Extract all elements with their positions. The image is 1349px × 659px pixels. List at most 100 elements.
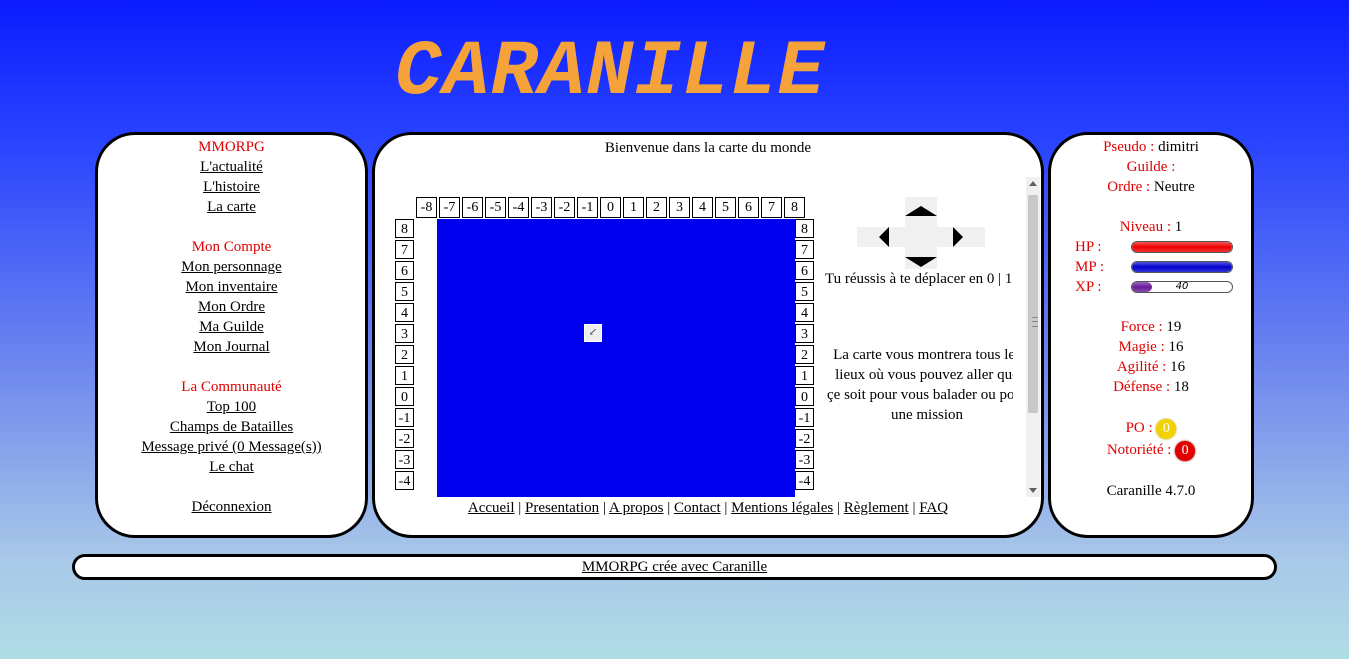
magie-label: Magie : — [1118, 339, 1165, 355]
xp-label: XP : — [1075, 279, 1102, 295]
map-x-label: -7 — [439, 197, 460, 218]
menu-link-inventaire[interactable]: Mon inventaire — [185, 279, 277, 295]
map-y-label: -1 — [395, 408, 414, 427]
map-x-label: -3 — [531, 197, 552, 218]
map-x-label: 8 — [784, 197, 805, 218]
ordre-value: Neutre — [1153, 179, 1195, 195]
force-value: 19 — [1166, 319, 1182, 335]
agilite-value: 16 — [1170, 359, 1186, 375]
scrollbar-thumb[interactable] — [1028, 195, 1038, 413]
center-footer-links: Accueil | Presentation | A propos | Cont… — [467, 500, 949, 516]
footer-link-faq[interactable]: FAQ — [919, 500, 948, 516]
map-y-label: -2 — [795, 429, 814, 448]
map-y-label: 0 — [795, 387, 814, 406]
defense-label: Défense : — [1113, 379, 1171, 395]
force-label: Force : — [1120, 319, 1163, 335]
map-y-axis-left: 8 7 6 5 4 3 2 1 0 -1 -2 -3 -4 — [395, 219, 414, 492]
ordre-label: Ordre : — [1107, 179, 1151, 195]
menu-link-journal[interactable]: Mon Journal — [193, 339, 269, 355]
scroll-up-icon[interactable] — [1029, 181, 1037, 186]
footer-link-presentation[interactable]: Presentation — [525, 500, 599, 516]
direction-pad — [857, 197, 985, 269]
map-y-axis-right: 8 7 6 5 4 3 2 1 0 -1 -2 -3 -4 — [795, 219, 814, 492]
menu-link-chat[interactable]: Le chat — [209, 459, 254, 475]
map-y-label: 2 — [795, 345, 814, 364]
po-label: PO : — [1125, 420, 1153, 436]
map-scroll-area[interactable]: -8 -7 -6 -5 -4 -3 -2 -1 0 1 2 3 4 5 6 7 8 8 7 6 5 4 3 2 1 0 -1 -2-… — [395, 177, 1013, 497]
gold-coin-icon: 0 — [1156, 418, 1177, 439]
map-info-text: La carte vous montrera tous les lieux où… — [827, 347, 1013, 423]
world-map[interactable]: ↙ — [437, 219, 795, 497]
map-y-label: 7 — [795, 240, 814, 259]
map-y-label: -2 — [395, 429, 414, 448]
scroll-down-icon[interactable] — [1029, 488, 1037, 493]
map-y-label: 6 — [795, 261, 814, 280]
footer-link-accueil[interactable]: Accueil — [468, 500, 515, 516]
player-marker-icon[interactable]: ↙ — [584, 324, 602, 342]
map-panel: Bienvenue dans la carte du monde -8 -7 -6-… — [372, 132, 1044, 538]
map-y-label: 8 — [395, 219, 414, 238]
menu-link-actualite[interactable]: L'actualité — [200, 159, 263, 175]
site-footer: MMORPG crée avec Caranille — [72, 554, 1277, 580]
map-x-label: 6 — [738, 197, 759, 218]
map-y-label: -1 — [795, 408, 814, 427]
niveau-label: Niveau : — [1119, 219, 1171, 235]
map-y-label: 8 — [795, 219, 814, 238]
map-y-label: -3 — [395, 450, 414, 469]
character-panel: Pseudo : dimitri Guilde : Ordre : Neutre… — [1048, 132, 1254, 538]
mp-bar — [1131, 261, 1233, 273]
map-x-label: 2 — [646, 197, 667, 218]
agilite-label: Agilité : — [1116, 359, 1167, 375]
move-left-arrow-icon[interactable] — [879, 227, 889, 247]
move-right-arrow-icon[interactable] — [953, 227, 963, 247]
left-menu-panel: MMORPG L'actualité L'histoire La carte M… — [95, 132, 368, 538]
map-x-label: -2 — [554, 197, 575, 218]
menu-link-messages[interactable]: Message privé (0 Message(s)) — [141, 439, 321, 455]
map-y-label: 1 — [795, 366, 814, 385]
map-y-label: 3 — [395, 324, 414, 343]
menu-link-ordre[interactable]: Mon Ordre — [198, 299, 265, 315]
niveau-value: 1 — [1174, 219, 1183, 235]
vertical-scrollbar[interactable] — [1026, 177, 1040, 497]
menu-link-batailles[interactable]: Champs de Batailles — [170, 419, 293, 435]
hp-row: HP : — [1051, 237, 1251, 257]
map-y-label: -4 — [395, 471, 414, 490]
footer-link-mentions[interactable]: Mentions légales — [731, 500, 833, 516]
footer-link-contact[interactable]: Contact — [674, 500, 721, 516]
map-x-axis: -8 -7 -6 -5 -4 -3 -2 -1 0 1 2 3 4 5 6 7 8 — [416, 197, 807, 218]
menu-link-guilde[interactable]: Ma Guilde — [199, 319, 264, 335]
map-x-label: 4 — [692, 197, 713, 218]
mp-label: MP : — [1075, 259, 1105, 275]
pseudo-value: dimitri — [1158, 139, 1199, 155]
guilde-label: Guilde : — [1126, 159, 1176, 175]
menu-link-histoire[interactable]: L'histoire — [203, 179, 260, 195]
logout-link[interactable]: Déconnexion — [192, 499, 272, 515]
map-y-label: 2 — [395, 345, 414, 364]
menu-section-compte: Mon Compte — [191, 239, 272, 255]
map-y-label: 4 — [395, 303, 414, 322]
footer-link-apropos[interactable]: A propos — [609, 500, 664, 516]
map-x-label: -8 — [416, 197, 437, 218]
map-x-label: 5 — [715, 197, 736, 218]
menu-section-mmorpg: MMORPG — [198, 139, 265, 155]
site-logo: CARANILLE — [395, 29, 826, 117]
xp-value: 40 — [1175, 281, 1189, 292]
map-x-label: 0 — [600, 197, 621, 218]
menu-link-top100[interactable]: Top 100 — [207, 399, 256, 415]
footer-link-reglement[interactable]: Règlement — [844, 500, 909, 516]
map-y-label: 5 — [795, 282, 814, 301]
hp-label: HP : — [1075, 239, 1102, 255]
move-down-arrow-icon[interactable] — [905, 257, 937, 267]
map-y-label: 3 — [795, 324, 814, 343]
map-y-label: 4 — [795, 303, 814, 322]
footer-credit-link[interactable]: MMORPG crée avec Caranille — [582, 559, 767, 575]
menu-link-carte[interactable]: La carte — [207, 199, 256, 215]
defense-value: 18 — [1173, 379, 1189, 395]
menu-section-communaute: La Communauté — [181, 379, 282, 395]
map-x-label: -5 — [485, 197, 506, 218]
xp-row: XP : 40 — [1051, 277, 1251, 297]
menu-link-personnage[interactable]: Mon personnage — [181, 259, 281, 275]
move-up-arrow-icon[interactable] — [905, 206, 937, 216]
map-y-label: 5 — [395, 282, 414, 301]
xp-bar: 40 — [1131, 281, 1233, 293]
